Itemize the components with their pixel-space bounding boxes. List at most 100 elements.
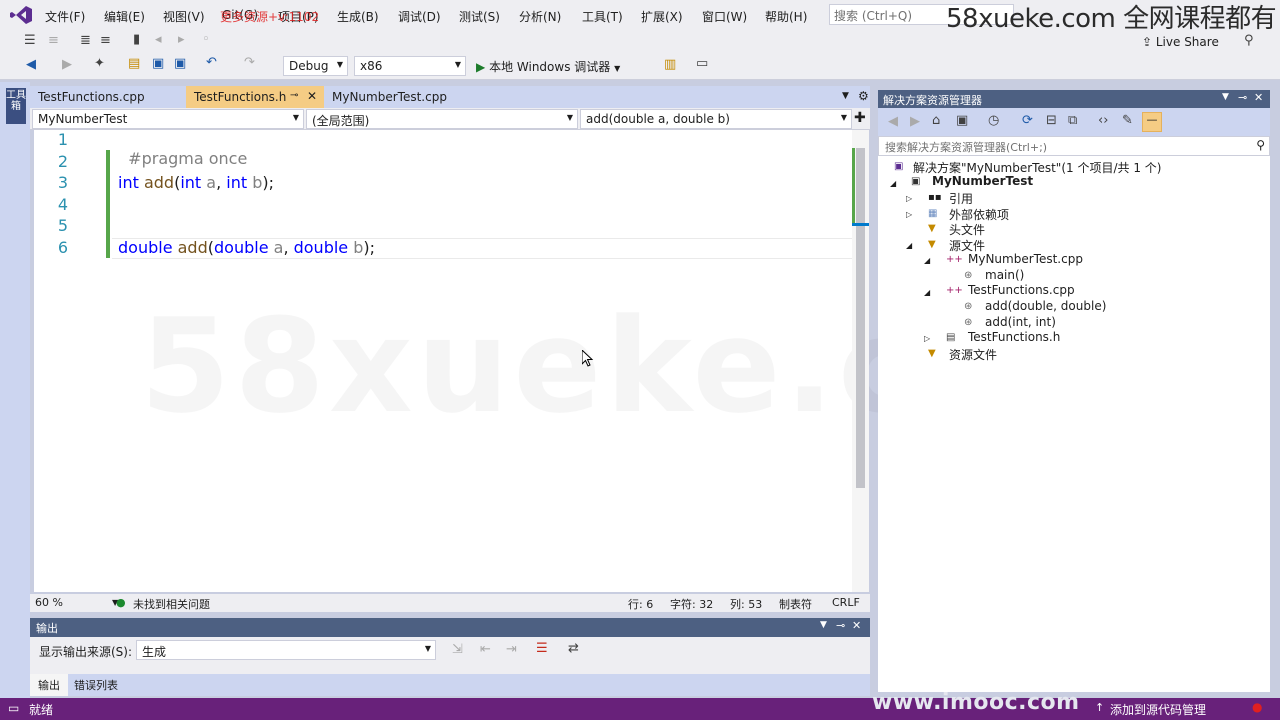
zoom-level[interactable]: 60 % — [35, 596, 63, 609]
output-source-select[interactable]: 生成 ▼ — [136, 640, 436, 660]
uncomment-icon[interactable]: ≡ — [100, 33, 111, 48]
tab-mynumbertest-cpp[interactable]: MyNumberTest.cpp — [324, 86, 482, 108]
comment-icon[interactable]: ≣ — [80, 33, 91, 48]
save-icon[interactable]: ▣ — [152, 56, 164, 71]
tree-fn-add-double[interactable]: add(double, double) — [985, 299, 1106, 313]
tab-dropdown-icon[interactable]: ▼ — [842, 91, 849, 101]
next-bookmark-icon[interactable]: ▸ — [178, 32, 185, 47]
screenshot-icon[interactable]: ▭ — [696, 56, 708, 71]
home-icon[interactable]: ⌂ — [932, 113, 940, 128]
indent-icon[interactable]: ≡ — [48, 33, 59, 48]
collapsed-arrow-icon[interactable]: ▷ — [906, 210, 912, 219]
tree-references[interactable]: 引用 — [949, 190, 973, 207]
collapse-all-icon[interactable]: ⊟ — [1046, 113, 1057, 128]
menu-test[interactable]: 测试(S) — [459, 8, 500, 25]
tree-file-testfunctions-cpp[interactable]: TestFunctions.cpp — [968, 283, 1075, 297]
expand-arrow-icon[interactable]: ◢ — [924, 256, 930, 265]
expand-arrow-icon[interactable]: ◢ — [890, 179, 896, 188]
project-nav-select[interactable]: MyNumberTest ▼ — [32, 109, 304, 129]
expand-arrow-icon[interactable]: ◢ — [906, 241, 912, 250]
toolbox-tab[interactable]: 工具箱 — [6, 88, 26, 124]
start-debugging-button[interactable]: ▶ 本地 Windows 调试器 ▼ — [476, 58, 620, 75]
se-dropdown-icon[interactable]: ▼ — [1222, 92, 1229, 102]
new-project-icon[interactable]: ✦ — [94, 56, 105, 71]
find-message-icon[interactable]: ⇲ — [452, 642, 463, 657]
open-file-icon[interactable]: ▤ — [128, 56, 140, 71]
back-icon[interactable]: ◀ — [26, 57, 36, 72]
notification-icon[interactable]: ● — [1252, 700, 1262, 714]
close-icon[interactable]: ✕ — [307, 89, 317, 103]
panel-pin-icon[interactable]: ⊸ — [836, 619, 845, 632]
issues-status[interactable]: 未找到相关问题 — [133, 596, 210, 612]
panel-dropdown-icon[interactable]: ▼ — [820, 620, 827, 630]
clear-all-icon[interactable]: ☰ — [536, 641, 548, 656]
prev-bookmark-icon[interactable]: ◂ — [155, 32, 162, 47]
save-all-icon[interactable]: ▣ — [174, 56, 186, 71]
sync-icon[interactable]: ⟳ — [1022, 113, 1033, 128]
panel-close-icon[interactable]: ✕ — [852, 619, 861, 632]
se-pin-icon[interactable]: ⊸ — [1238, 91, 1247, 104]
redo-icon[interactable]: ↷ — [244, 55, 255, 70]
solution-search-input[interactable]: 搜索解决方案资源管理器(Ctrl+;) ⚲ — [878, 136, 1270, 156]
platform-select[interactable]: x86 ▼ — [354, 56, 466, 76]
tree-header-files[interactable]: 头文件 — [949, 221, 985, 238]
show-all-files-icon[interactable]: ⧉ — [1068, 113, 1077, 128]
add-to-source-control[interactable]: 添加到源代码管理 — [1110, 701, 1206, 718]
find-in-files-icon[interactable]: ▥ — [664, 57, 676, 72]
settings-gear-icon[interactable]: ⚙ — [858, 89, 869, 103]
eol-indicator[interactable]: CRLF — [832, 596, 860, 609]
preview-selected-icon[interactable]: — — [1142, 112, 1162, 132]
member-nav-select[interactable]: add(double a, double b) ▼ — [580, 109, 852, 129]
tree-file-testfunctions-h[interactable]: TestFunctions.h — [968, 330, 1060, 344]
live-share-button[interactable]: ⇪ Live Share — [1142, 35, 1219, 49]
tab-output[interactable]: 输出 — [30, 674, 68, 696]
tree-resource-files[interactable]: 资源文件 — [949, 346, 997, 363]
visual-studio-logo-icon[interactable] — [10, 6, 32, 24]
menu-debug[interactable]: 调试(D) — [398, 8, 441, 25]
add-icon[interactable]: ✚ — [854, 110, 866, 126]
feedback-icon[interactable]: ⚲ — [1244, 33, 1254, 48]
search-icon[interactable]: ⚲ — [1256, 138, 1265, 152]
menu-analyze[interactable]: 分析(N) — [519, 8, 561, 25]
next-message-icon[interactable]: ⇥ — [506, 642, 517, 657]
tree-file-mynumbertest-cpp[interactable]: MyNumberTest.cpp — [968, 252, 1083, 266]
source-control-icon[interactable]: ↑ — [1095, 701, 1104, 714]
scrollbar-thumb[interactable] — [856, 148, 865, 488]
pin-icon[interactable]: ⊸ — [290, 90, 298, 101]
tab-indicator[interactable]: 制表符 — [779, 596, 812, 612]
configuration-select[interactable]: Debug ▼ — [283, 56, 348, 76]
bookmark-icon[interactable]: ▮ — [133, 32, 140, 47]
pending-changes-icon[interactable]: ◷ — [988, 113, 999, 128]
tab-testfunctions-cpp[interactable]: TestFunctions.cpp — [30, 86, 180, 108]
menu-file[interactable]: 文件(F) — [45, 8, 85, 25]
se-forward-icon[interactable]: ▶ — [910, 114, 920, 129]
expand-arrow-icon[interactable]: ◢ — [924, 288, 930, 297]
scope-nav-select[interactable]: (全局范围) ▼ — [306, 109, 578, 129]
tree-project[interactable]: MyNumberTest — [932, 174, 1033, 188]
menu-build[interactable]: 生成(B) — [337, 8, 379, 25]
prev-message-icon[interactable]: ⇤ — [480, 642, 491, 657]
collapsed-arrow-icon[interactable]: ▷ — [924, 334, 930, 343]
clear-bookmark-icon[interactable]: ◦ — [202, 32, 210, 47]
menu-view[interactable]: 视图(V) — [163, 8, 205, 25]
menu-extensions[interactable]: 扩展(X) — [641, 8, 683, 25]
properties-icon[interactable]: ✎ — [1122, 113, 1133, 128]
se-close-icon[interactable]: ✕ — [1254, 91, 1263, 104]
line-indicator: 行: 6 — [628, 598, 654, 611]
menu-help[interactable]: 帮助(H) — [765, 8, 807, 25]
outline-icon[interactable]: ☰ — [24, 33, 36, 48]
tab-error-list[interactable]: 错误列表 — [74, 677, 118, 693]
word-wrap-icon[interactable]: ⇄ — [568, 641, 579, 656]
forward-icon[interactable]: ▶ — [62, 57, 72, 72]
switch-views-icon[interactable]: ▣ — [956, 113, 968, 128]
menu-edit[interactable]: 编辑(E) — [104, 8, 145, 25]
collapsed-arrow-icon[interactable]: ▷ — [906, 194, 912, 203]
undo-icon[interactable]: ↶ — [206, 55, 217, 70]
tree-fn-add-int[interactable]: add(int, int) — [985, 315, 1056, 329]
menu-window[interactable]: 窗口(W) — [702, 8, 747, 25]
se-back-icon[interactable]: ◀ — [888, 114, 898, 129]
tab-testfunctions-h[interactable]: TestFunctions.h ⊸ ✕ — [186, 86, 324, 108]
tree-fn-main[interactable]: main() — [985, 268, 1024, 282]
menu-tools[interactable]: 工具(T) — [582, 8, 623, 25]
view-code-icon[interactable]: ‹› — [1098, 113, 1108, 128]
